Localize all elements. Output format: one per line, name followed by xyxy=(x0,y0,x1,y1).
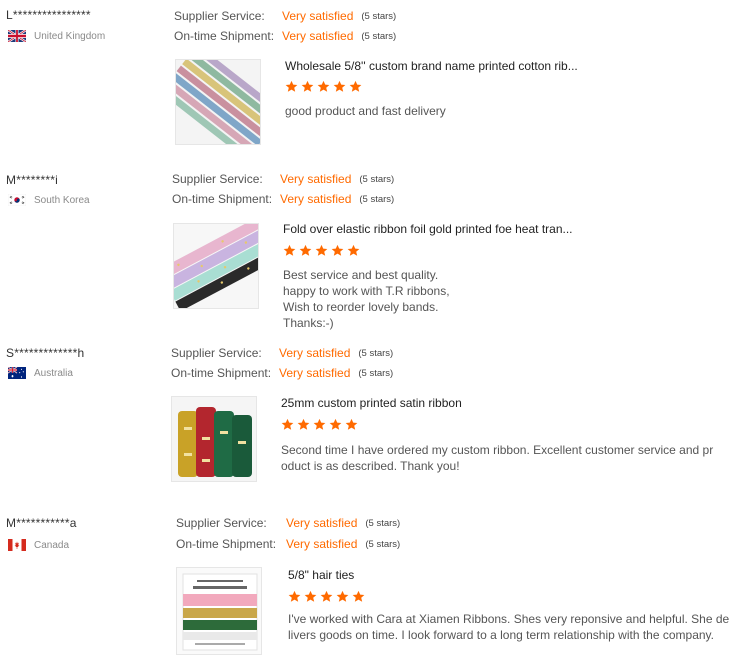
ontime-shipment-rating: On-time Shipment: Very satisfied (5 star… xyxy=(171,366,394,380)
product-thumbnail[interactable] xyxy=(173,223,259,309)
star-icon xyxy=(301,80,314,92)
product-star-rating xyxy=(281,418,361,434)
product-title[interactable]: Wholesale 5/8'' custom brand name printe… xyxy=(285,59,578,73)
supplier-service-rating: Supplier Service: Very satisfied (5 star… xyxy=(174,9,397,23)
supplier-service-rating: Supplier Service: Very satisfied (5 star… xyxy=(171,346,394,360)
product-thumbnail[interactable] xyxy=(175,59,261,145)
product-star-rating xyxy=(285,80,365,96)
star-icon xyxy=(304,590,317,602)
reviewer-name: L**************** xyxy=(6,8,91,22)
product-thumbnail[interactable] xyxy=(176,567,262,655)
star-icon xyxy=(299,244,312,256)
product-thumbnail[interactable] xyxy=(171,396,257,482)
star-icon xyxy=(336,590,349,602)
star-icon xyxy=(297,418,310,430)
ribbon-product-image xyxy=(176,60,260,144)
hair-ties-product-image xyxy=(177,568,261,654)
uk-flag-icon xyxy=(8,30,26,42)
reviewer-country: Canada xyxy=(8,538,69,552)
review-comment: I've worked with Cara at Xiamen Ribbons.… xyxy=(288,612,730,642)
star-icon xyxy=(320,590,333,602)
star-icon xyxy=(285,80,298,92)
supplier-service-rating: Supplier Service: Very satisfied (5 star… xyxy=(172,172,395,186)
ontime-shipment-rating: On-time Shipment: Very satisfied (5 star… xyxy=(174,29,397,43)
reviewer-country: Australia xyxy=(8,366,73,380)
star-icon xyxy=(347,244,360,256)
product-title[interactable]: 25mm custom printed satin ribbon xyxy=(281,396,462,410)
star-icon xyxy=(317,80,330,92)
south-korea-flag-icon xyxy=(8,194,26,206)
star-icon xyxy=(313,418,326,430)
reviewer-country: South Korea xyxy=(8,193,90,207)
review-comment: good product and fast delivery xyxy=(285,104,446,118)
star-icon xyxy=(315,244,328,256)
star-icon xyxy=(281,418,294,430)
review-comment: Second time I have ordered my custom rib… xyxy=(281,443,714,473)
supplier-service-rating: Supplier Service: Very satisfied (5 star… xyxy=(176,516,401,530)
star-icon xyxy=(333,80,346,92)
australia-flag-icon xyxy=(8,367,26,379)
reviewer-name: S*************h xyxy=(6,346,85,360)
ontime-shipment-rating: On-time Shipment: Very satisfied (5 star… xyxy=(176,537,401,551)
star-icon xyxy=(331,244,344,256)
star-icon xyxy=(288,590,301,602)
star-icon xyxy=(345,418,358,430)
reviewer-name: M***********a xyxy=(6,516,77,530)
product-star-rating xyxy=(288,590,368,606)
product-star-rating xyxy=(283,244,363,260)
star-icon xyxy=(283,244,296,256)
review-comment: Best service and best quality. happy to … xyxy=(283,268,450,330)
star-icon xyxy=(352,590,365,602)
ribbon-product-image xyxy=(172,397,256,481)
canada-flag-icon xyxy=(8,539,26,551)
reviewer-country: United Kingdom xyxy=(8,29,105,43)
product-title[interactable]: Fold over elastic ribbon foil gold print… xyxy=(283,222,573,236)
star-icon xyxy=(329,418,342,430)
ontime-shipment-rating: On-time Shipment: Very satisfied (5 star… xyxy=(172,192,395,206)
star-icon xyxy=(349,80,362,92)
ribbon-product-image xyxy=(174,224,258,308)
product-title[interactable]: 5/8" hair ties xyxy=(288,568,354,582)
reviewer-name: M********i xyxy=(6,173,59,187)
